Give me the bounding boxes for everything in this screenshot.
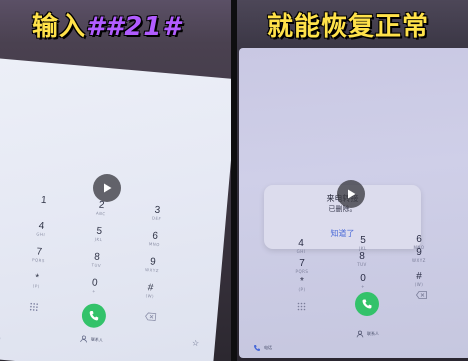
key-letters: PQRS — [31, 257, 46, 264]
nav-contacts-label: 联系人 — [90, 336, 104, 343]
nav-contacts[interactable]: 联系人 — [80, 335, 104, 345]
right-video-panel: 来电转接 已删除。 知道了 4 GHI 5 JKL 6 MNO 7 PQRS 8… — [237, 0, 468, 361]
caption-right: 就能恢复正常 — [267, 12, 430, 42]
key-4[interactable]: 4 GHI — [291, 238, 311, 254]
left-video-panel: 1 2 ABC 3 DEF 4 GHI 5 JKL 6 MNO 7 PQRS 8 — [0, 0, 231, 361]
key-9[interactable]: 9 WXYZ — [409, 247, 429, 263]
key-letters: JKL — [94, 236, 103, 243]
nav-recent-label: 电话 — [264, 345, 272, 350]
caption-left: 输入##21# — [32, 6, 181, 43]
contacts-icon — [80, 335, 87, 343]
key-letters: + — [361, 284, 365, 289]
key-letters: ABC — [95, 210, 106, 217]
dialpad-icon[interactable] — [29, 302, 39, 314]
key-digit: 4 — [298, 238, 304, 249]
key-digit: 1 — [40, 194, 48, 207]
caption-left-text: 输入 — [32, 12, 87, 42]
key-9[interactable]: 9 WXYZ — [142, 256, 163, 274]
nav-recent[interactable]: 电话 — [0, 334, 1, 344]
key-digit: 8 — [359, 251, 365, 262]
key-hash[interactable]: # (W) — [140, 282, 161, 300]
key-letters: (P) — [298, 287, 306, 292]
key-3[interactable]: 3 DEF — [146, 204, 167, 222]
key-1[interactable]: 1 — [33, 194, 54, 207]
key-letters: (P) — [32, 283, 41, 289]
key-hash[interactable]: # (W) — [409, 271, 429, 287]
key-letters: (W) — [145, 293, 155, 299]
nav-recent-label: 电话 — [0, 336, 1, 343]
key-4[interactable]: 4 GHI — [31, 220, 52, 238]
play-button-right[interactable] — [337, 180, 365, 208]
nav-recent[interactable]: 电话 — [253, 344, 272, 352]
key-letters: WXYZ — [144, 266, 160, 274]
key-digit: 9 — [416, 247, 422, 258]
key-letters: + — [91, 288, 97, 294]
key-8[interactable]: 8 TUV — [352, 251, 372, 267]
key-digit: 6 — [416, 234, 422, 245]
dialer-screen-left: 1 2 ABC 3 DEF 4 GHI 5 JKL 6 MNO 7 PQRS 8 — [0, 58, 231, 361]
play-button-left[interactable] — [93, 174, 121, 202]
key-7[interactable]: 7 PQRS — [292, 258, 312, 274]
key-digit: 5 — [360, 235, 366, 246]
nav-contacts-label: 联系人 — [367, 331, 379, 336]
key-letters: GHI — [296, 249, 306, 254]
play-icon — [104, 183, 112, 193]
call-button[interactable] — [80, 302, 107, 329]
star-icon[interactable]: ☆ — [192, 338, 200, 348]
key-digit: # — [416, 271, 422, 282]
key-0[interactable]: 0 + — [353, 273, 373, 289]
key-6[interactable]: 6 MNO — [144, 230, 165, 248]
key-star[interactable]: * (P) — [292, 276, 312, 292]
phone-icon — [254, 345, 260, 351]
key-letters: GHI — [36, 231, 46, 238]
backspace-icon[interactable] — [416, 291, 427, 301]
key-letters: (W) — [414, 282, 424, 287]
key-star[interactable]: * (P) — [26, 272, 47, 290]
backspace-icon[interactable] — [145, 312, 157, 323]
key-digit: 0 — [360, 273, 366, 284]
contacts-icon — [356, 330, 364, 338]
key-letters: MNO — [148, 241, 161, 248]
key-letters: TUV — [357, 262, 367, 267]
key-5[interactable]: 5 JKL — [353, 235, 373, 251]
call-button[interactable] — [355, 292, 379, 316]
key-8[interactable]: 8 TUV — [86, 251, 107, 269]
key-5[interactable]: 5 JKL — [88, 225, 109, 243]
key-digit: 7 — [299, 258, 305, 269]
dialog-ok-button[interactable]: 知道了 — [264, 228, 421, 239]
play-icon — [348, 189, 356, 199]
key-letters: TUV — [91, 262, 102, 269]
key-letters: PQRS — [295, 269, 309, 274]
nav-contacts[interactable]: 联系人 — [356, 330, 379, 338]
key-0[interactable]: 0 + — [84, 277, 105, 295]
key-letters: DEF — [151, 215, 162, 222]
caption-left-code: ##21# — [86, 12, 182, 42]
dialpad-icon[interactable] — [297, 302, 306, 313]
key-letters: WXYZ — [412, 258, 426, 263]
phone-icon — [89, 310, 99, 321]
phone-icon — [362, 299, 372, 309]
key-digit: * — [300, 276, 304, 287]
key-7[interactable]: 7 PQRS — [28, 246, 49, 264]
